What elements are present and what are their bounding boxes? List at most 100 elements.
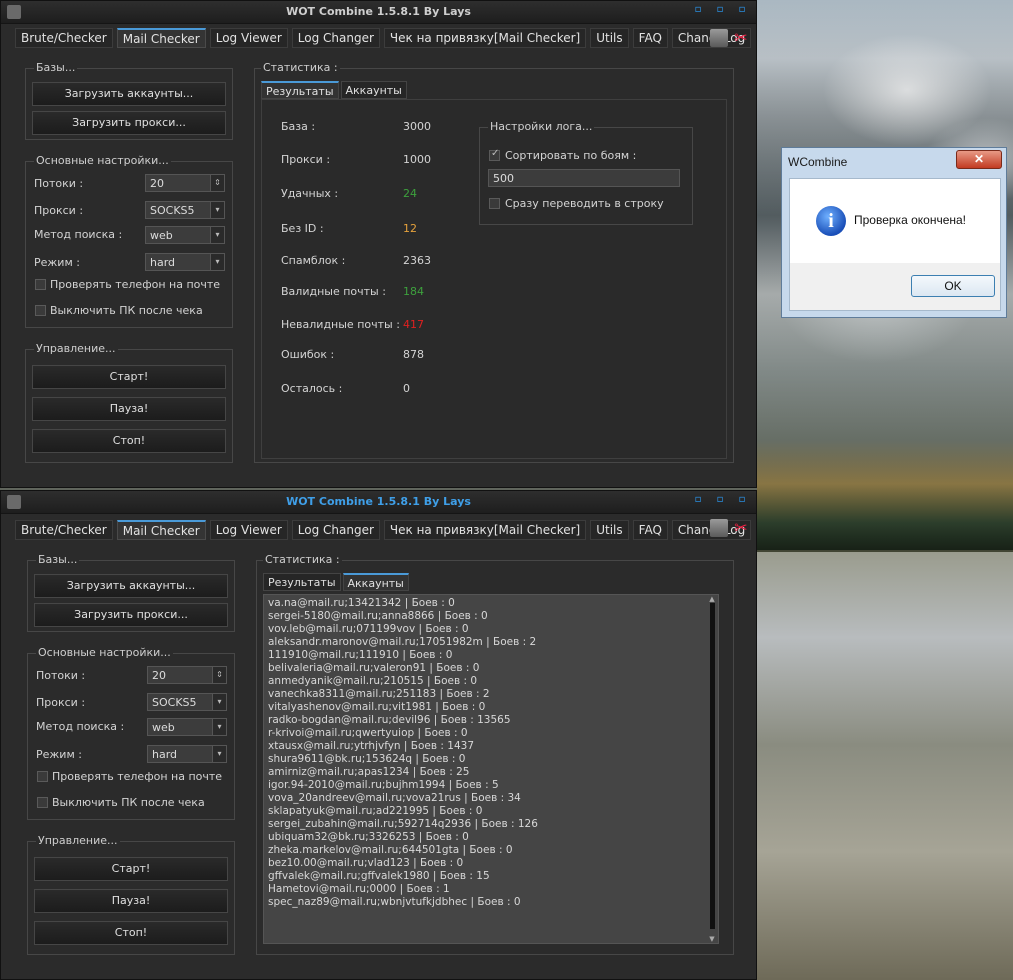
line-break-checkbox[interactable] (489, 198, 500, 209)
stat-value: 24 (403, 187, 417, 200)
statistics-panel: Статистика : Результаты Аккаунты База : … (254, 61, 734, 463)
maximize-icon[interactable]: ▫ (714, 494, 726, 505)
list-item[interactable]: radko-bogdan@mail.ru;devil96 | Боев : 13… (268, 714, 718, 727)
tab-mail-checker[interactable]: Mail Checker (116, 28, 206, 48)
load-proxy-button[interactable]: Загрузить прокси... (32, 111, 226, 135)
list-item[interactable]: ubiquam32@bk.ru;3326253 | Боев : 0 (268, 831, 718, 844)
maximize-icon[interactable]: ▫ (714, 4, 726, 15)
list-item[interactable]: belivaleria@mail.ru;valeron91 | Боев : 0 (268, 662, 718, 675)
statistics-title: Статистика : (263, 553, 342, 566)
list-item[interactable]: amirniz@mail.ru;apas1234 | Боев : 25 (268, 766, 718, 779)
proxy-select[interactable]: SOCKS5 ▾ (147, 693, 227, 711)
list-item[interactable]: vitalyashenov@mail.ru;vit1981 | Боев : 0 (268, 701, 718, 714)
threads-stepper[interactable]: 20 ⇕ (145, 174, 225, 192)
search-method-value: web (152, 721, 175, 734)
stepper-arrows-icon[interactable]: ⇕ (212, 667, 226, 683)
tab-results[interactable]: Результаты (263, 573, 341, 591)
list-item[interactable]: va.na@mail.ru;13421342 | Боев : 0 (268, 597, 718, 610)
ok-button[interactable]: OK (911, 275, 995, 297)
list-item[interactable]: sergei-5180@mail.ru;anna8866 | Боев : 0 (268, 610, 718, 623)
tab-utils[interactable]: Utils (590, 520, 629, 540)
tab-accounts[interactable]: Аккаунты (340, 81, 407, 99)
tab-log-viewer[interactable]: Log Viewer (209, 28, 288, 48)
search-method-select[interactable]: web ▾ (147, 718, 227, 736)
list-item[interactable]: sergei_zubahin@mail.ru;592714q2936 | Бое… (268, 818, 718, 831)
close-icon[interactable]: ▫ (736, 494, 748, 505)
list-item[interactable]: sklapatyuk@mail.ru;ad221995 | Боев : 0 (268, 805, 718, 818)
tab-brute-checker[interactable]: Brute/Checker (15, 520, 113, 540)
window-title: WOT Combine 1.5.8.1 By Lays (286, 495, 471, 508)
stop-button[interactable]: Стоп! (34, 921, 228, 945)
mode-select[interactable]: hard ▾ (147, 745, 227, 763)
tools-icon[interactable]: ✂ (732, 29, 750, 47)
tab-results[interactable]: Результаты (261, 81, 339, 99)
dialog-close-button[interactable]: ✕ (956, 150, 1002, 169)
list-item[interactable]: shura9611@bk.ru;153624q | Боев : 0 (268, 753, 718, 766)
minimize-icon[interactable]: ▫ (692, 4, 704, 15)
list-item[interactable]: vova_20andreev@mail.ru;vova21rus | Боев … (268, 792, 718, 805)
stepper-arrows-icon[interactable]: ⇕ (210, 175, 224, 191)
check-phone-checkbox[interactable] (37, 771, 48, 782)
close-icon[interactable]: ▫ (736, 4, 748, 15)
stop-button[interactable]: Стоп! (32, 429, 226, 453)
check-phone-checkbox[interactable] (35, 279, 46, 290)
list-item[interactable]: xtausx@mail.ru;ytrhjvfyn | Боев : 1437 (268, 740, 718, 753)
control-group: Управление... Старт! Пауза! Стоп! (27, 834, 235, 955)
list-item[interactable]: r-krivoi@mail.ru;qwertyuiop | Боев : 0 (268, 727, 718, 740)
list-item[interactable]: spec_naz89@mail.ru;wbnjvtufkjdbhec | Бое… (268, 896, 718, 909)
shutdown-checkbox[interactable] (37, 797, 48, 808)
tab-brute-checker[interactable]: Brute/Checker (15, 28, 113, 48)
list-item[interactable]: vov.leb@mail.ru;071199vov | Боев : 0 (268, 623, 718, 636)
search-method-value: web (150, 229, 173, 242)
folder-icon[interactable] (710, 519, 728, 537)
list-item[interactable]: bez10.00@mail.ru;vlad123 | Боев : 0 (268, 857, 718, 870)
shutdown-label: Выключить ПК после чека (50, 304, 203, 317)
start-button[interactable]: Старт! (32, 365, 226, 389)
scrollbar[interactable] (710, 603, 715, 929)
pause-button[interactable]: Пауза! (34, 889, 228, 913)
tab-bind-check[interactable]: Чек на привязку[Mail Checker] (383, 520, 587, 540)
tab-log-changer[interactable]: Log Changer (291, 28, 380, 48)
list-item[interactable]: gffvalek@mail.ru;gffvalek1980 | Боев : 1… (268, 870, 718, 883)
folder-icon[interactable] (710, 29, 728, 47)
scroll-up-icon[interactable]: ▲ (708, 595, 716, 603)
load-accounts-button[interactable]: Загрузить аккаунты... (32, 82, 226, 106)
threads-stepper[interactable]: 20 ⇕ (147, 666, 227, 684)
search-method-select[interactable]: web ▾ (145, 226, 225, 244)
shutdown-checkbox[interactable] (35, 305, 46, 316)
tab-accounts[interactable]: Аккаунты (342, 573, 409, 591)
wallpaper-trees (757, 440, 1013, 550)
threads-value: 20 (150, 177, 164, 190)
tab-log-viewer[interactable]: Log Viewer (209, 520, 288, 540)
minimize-icon[interactable]: ▫ (692, 494, 704, 505)
tab-bind-check[interactable]: Чек на привязку[Mail Checker] (383, 28, 587, 48)
sort-by-battles-checkbox[interactable] (489, 148, 500, 161)
list-item[interactable]: vanechka8311@mail.ru;251183 | Боев : 2 (268, 688, 718, 701)
tab-utils[interactable]: Utils (590, 28, 629, 48)
proxy-select[interactable]: SOCKS5 ▾ (145, 201, 225, 219)
tab-log-changer[interactable]: Log Changer (291, 520, 380, 540)
stat-label: Осталось : (281, 382, 343, 395)
list-item[interactable]: zheka.markelov@mail.ru;644501gta | Боев … (268, 844, 718, 857)
list-item[interactable]: 111910@mail.ru;111910 | Боев : 0 (268, 649, 718, 662)
results-pane: База : 3000 Прокси : 1000 Удачных : 24 Б… (261, 99, 727, 459)
tab-faq[interactable]: FAQ (632, 520, 668, 540)
titlebar[interactable]: WOT Combine 1.5.8.1 By Lays ▫ ▫ ▫ (1, 1, 756, 24)
pause-button[interactable]: Пауза! (32, 397, 226, 421)
tab-mail-checker[interactable]: Mail Checker (116, 520, 206, 540)
list-item[interactable]: aleksandr.maronov@mail.ru;17051982m | Бо… (268, 636, 718, 649)
titlebar[interactable]: WOT Combine 1.5.8.1 By Lays ▫ ▫ ▫ (1, 491, 756, 514)
list-item[interactable]: Hametovi@mail.ru;0000 | Боев : 1 (268, 883, 718, 896)
load-proxy-button[interactable]: Загрузить прокси... (34, 603, 228, 627)
list-item[interactable]: anmedyanik@mail.ru;210515 | Боев : 0 (268, 675, 718, 688)
sort-threshold-input[interactable]: 500 (488, 169, 680, 187)
start-button[interactable]: Старт! (34, 857, 228, 881)
load-accounts-button[interactable]: Загрузить аккаунты... (34, 574, 228, 598)
accounts-list[interactable]: va.na@mail.ru;13421342 | Боев : 0 sergei… (263, 594, 719, 944)
mode-select[interactable]: hard ▾ (145, 253, 225, 271)
tab-faq[interactable]: FAQ (632, 28, 668, 48)
list-item[interactable]: igor.94-2010@mail.ru;bujhm1994 | Боев : … (268, 779, 718, 792)
scroll-down-icon[interactable]: ▼ (708, 935, 716, 943)
mode-label: Режим : (36, 748, 82, 761)
tools-icon[interactable]: ✂ (732, 519, 750, 537)
